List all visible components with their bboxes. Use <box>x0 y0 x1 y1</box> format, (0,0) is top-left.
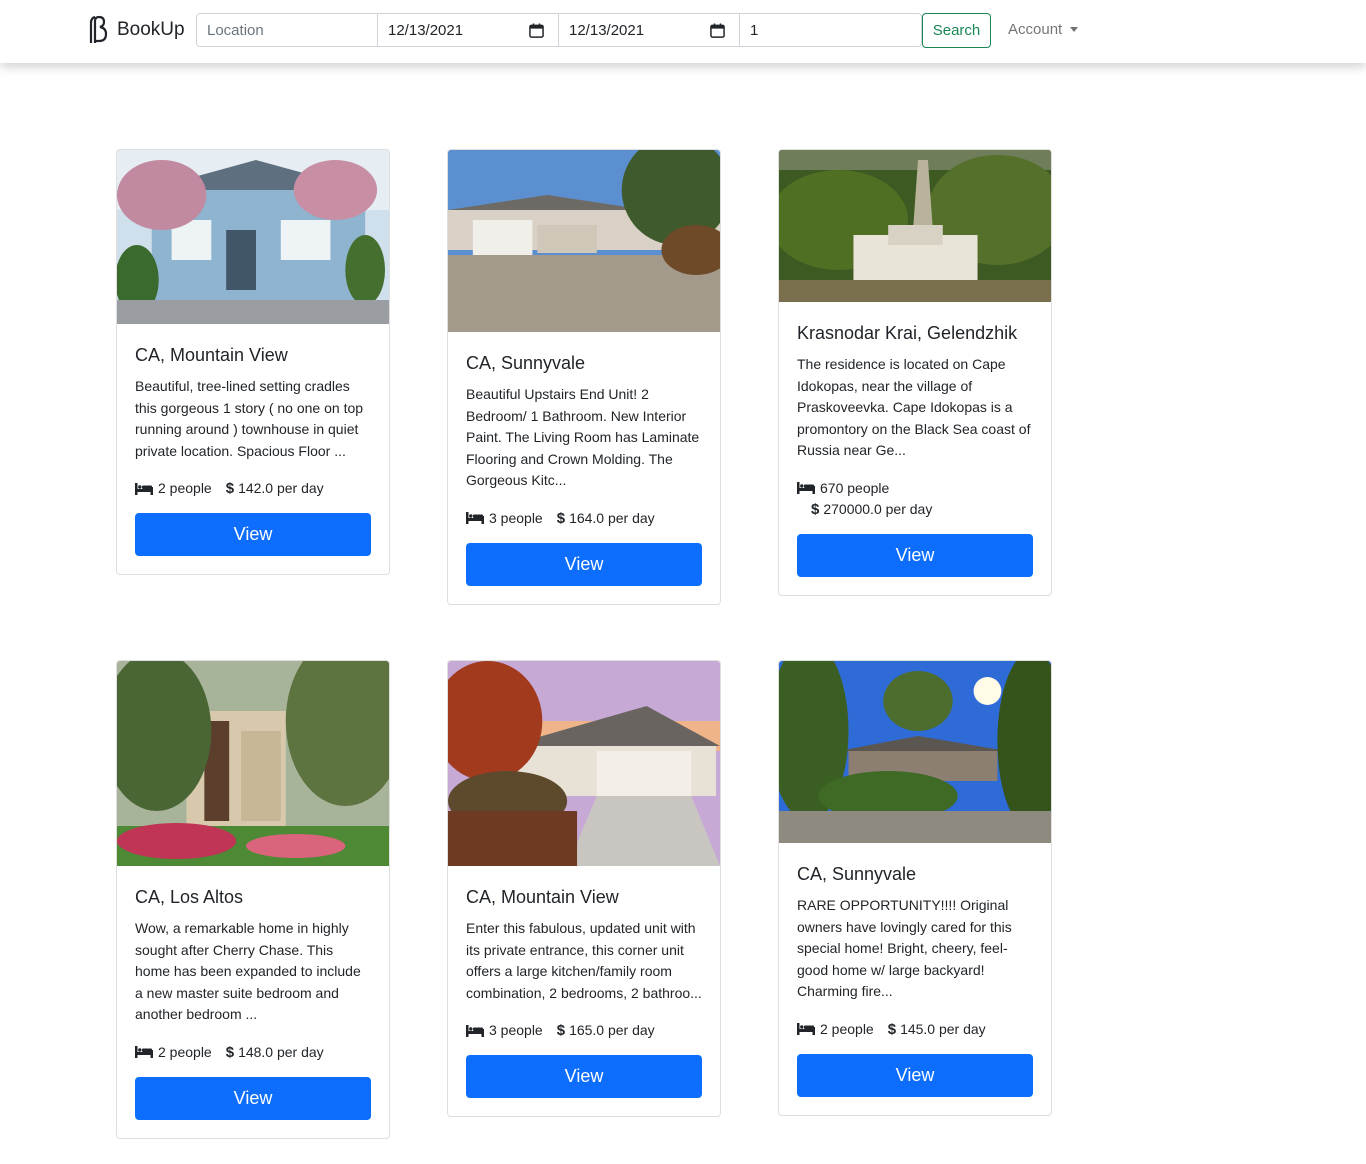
listing-photo <box>779 661 1051 843</box>
listing-title: CA, Sunnyvale <box>797 864 917 884</box>
listing-people: 2 people <box>158 1043 212 1060</box>
view-button[interactable]: View <box>797 1053 1033 1097</box>
listing-people: 670 people <box>820 479 890 496</box>
listing-description: Beautiful Upstairs End Unit! 2 Bedroom/ … <box>466 386 700 489</box>
listing-description: The residence is located on Cape Idokopa… <box>797 356 1031 459</box>
listing-people: 3 people <box>489 509 543 526</box>
listing-title: CA, Los Altos <box>135 887 244 907</box>
caret-down-icon <box>1070 27 1079 32</box>
view-button[interactable]: View <box>466 1055 702 1099</box>
bed-icon <box>797 1023 815 1036</box>
bed-icon <box>797 482 815 495</box>
check-out-date-input[interactable]: 12/13/2021 <box>558 13 740 47</box>
listing-photo <box>117 661 389 866</box>
listing-title: CA, Mountain View <box>135 345 288 365</box>
listing-people: 2 people <box>158 480 212 497</box>
listing-description: Wow, a remarkable home in highly sought … <box>135 920 361 1023</box>
bed-icon <box>466 1024 484 1037</box>
check-in-date-input[interactable]: 12/13/2021 <box>377 13 559 47</box>
listing-meta: 2 people $142.0 per day <box>135 478 371 499</box>
listing-photo <box>779 150 1051 302</box>
brand-name: BookUp <box>117 19 185 40</box>
location-input[interactable]: Location <box>196 13 378 47</box>
listing-price: 270000.0 per day <box>823 500 933 517</box>
listing-card: CA, Mountain View Beautiful, tree-lined … <box>116 149 390 576</box>
listing-meta: 3 people $165.0 per day <box>466 1020 702 1041</box>
listing-meta: 2 people $148.0 per day <box>135 1042 371 1063</box>
account-dropdown[interactable]: Account <box>1008 21 1079 38</box>
listing-card: CA, Sunnyvale Beautiful Upstairs End Uni… <box>447 149 721 605</box>
bed-icon <box>135 482 153 495</box>
navbar: BookUp Location 12/13/2021 12/13/2021 1 … <box>0 0 1366 63</box>
dollar-icon: $ <box>556 1022 566 1040</box>
account-label: Account <box>1008 21 1063 38</box>
listing-photo <box>448 661 720 866</box>
listing-card: CA, Sunnyvale RARE OPPORTUNITY!!!! Origi… <box>778 660 1052 1116</box>
listing-card: CA, Los Altos Wow, a remarkable home in … <box>116 660 390 1139</box>
brand[interactable]: BookUp <box>89 15 185 45</box>
listing-card: CA, Mountain View Enter this fabulous, u… <box>447 660 721 1118</box>
view-button[interactable]: View <box>135 513 371 557</box>
listing-description: RARE OPPORTUNITY!!!! Original owners hav… <box>797 897 1012 1000</box>
view-button[interactable]: View <box>797 533 1033 577</box>
listing-meta: 3 people $164.0 per day <box>466 508 702 529</box>
dollar-icon: $ <box>887 1020 897 1038</box>
listing-title: CA, Mountain View <box>466 887 619 907</box>
listing-price: 145.0 per day <box>900 1020 986 1037</box>
bookup-logo-icon <box>89 15 108 43</box>
dollar-icon: $ <box>811 500 820 518</box>
listing-meta: 2 people $145.0 per day <box>797 1019 1033 1040</box>
listing-title: Krasnodar Krai, Gelendzhik <box>797 323 1018 343</box>
listing-people: 3 people <box>489 1022 543 1039</box>
listing-price: 165.0 per day <box>569 1022 655 1039</box>
listing-meta: 670 people $270000.0 per day <box>797 478 1033 520</box>
listing-title: CA, Sunnyvale <box>466 353 586 373</box>
calendar-icon[interactable] <box>529 23 544 38</box>
listing-description: Beautiful, tree-lined setting cradles th… <box>135 378 364 459</box>
dollar-icon: $ <box>225 480 235 498</box>
listing-photo <box>448 150 720 332</box>
calendar-icon[interactable] <box>710 23 725 38</box>
listing-people: 2 people <box>820 1020 874 1037</box>
view-button[interactable]: View <box>466 542 702 586</box>
bed-icon <box>466 512 484 525</box>
dollar-icon: $ <box>225 1043 235 1061</box>
bed-icon <box>135 1046 153 1059</box>
guests-input[interactable]: 1 <box>739 13 922 47</box>
listing-price: 148.0 per day <box>238 1043 324 1060</box>
search-button[interactable]: Search <box>922 13 991 48</box>
listing-price: 164.0 per day <box>569 509 655 526</box>
view-button[interactable]: View <box>135 1076 371 1120</box>
listing-price: 142.0 per day <box>238 480 324 497</box>
listing-photo <box>117 150 389 324</box>
listing-card: Krasnodar Krai, Gelendzhik The residence… <box>778 149 1052 596</box>
listing-description: Enter this fabulous, updated unit with i… <box>466 920 702 1001</box>
dollar-icon: $ <box>556 509 566 527</box>
